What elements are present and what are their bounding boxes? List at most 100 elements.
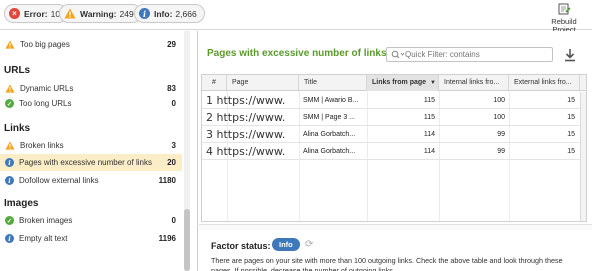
links-table: # Page Title Links from page ▼ Internal … <box>201 74 587 222</box>
factor-description: There are pages on your site with more t… <box>211 256 563 271</box>
export-download-icon[interactable] <box>563 48 577 62</box>
info-count: 2,666 <box>175 8 197 19</box>
sidebar-item-label: Broken links <box>20 141 64 150</box>
sidebar-item-too-big-pages[interactable]: Too big pages 29 <box>0 37 182 52</box>
title-cell: SMM | Awario B... <box>303 97 359 104</box>
row-number: 2 <box>206 111 213 124</box>
column-header-number[interactable]: # <box>202 75 227 91</box>
page-url-cell[interactable]: 1 https://www. <box>202 92 299 109</box>
row-number: 4 <box>206 145 213 158</box>
factor-sidebar: Too big pages 29 URLs Dynamic URLs 83 ✓ … <box>0 31 198 271</box>
sidebar-item-too-long-urls[interactable]: ✓ Too long URLs 0 <box>0 96 182 111</box>
factor-status-badge: Info <box>272 238 300 251</box>
page-url-cell[interactable]: 4 https://www. <box>202 143 299 160</box>
sidebar-item-dynamic-urls[interactable]: Dynamic URLs 83 <box>0 81 182 96</box>
table-row[interactable]: 3 https://www. Alina Gorbatch... 114 99 … <box>202 126 586 143</box>
column-header-links-from-page[interactable]: Links from page ▼ <box>367 75 439 91</box>
external-links-cell: 15 <box>567 131 575 138</box>
page-url: https://www. <box>216 94 286 107</box>
page-url: https://www. <box>216 128 286 141</box>
external-links-cell: 15 <box>567 148 575 155</box>
info-count-pill[interactable]: i Info: 2,666 <box>134 4 205 23</box>
info-icon: i <box>5 176 14 185</box>
table-row[interactable]: 4 https://www. Alina Gorbatch... 114 99 … <box>202 143 586 160</box>
sidebar-item-empty-alt[interactable]: i Empty alt text 1196 <box>0 231 182 246</box>
table-row[interactable]: 2 https://www. SMM | Page 3 ... 115 100 … <box>202 109 586 126</box>
table-scrollbar[interactable] <box>580 92 586 221</box>
sort-desc-icon: ▼ <box>430 80 436 86</box>
sidebar-item-label: Dynamic URLs <box>20 84 74 93</box>
sidebar-item-count: 29 <box>167 40 176 49</box>
warning-count-pill[interactable]: Warning: 249 <box>59 4 142 23</box>
internal-links-cell: 99 <box>497 148 505 155</box>
column-header-title[interactable]: Title <box>299 75 367 91</box>
sidebar-scrollbar-thumb[interactable] <box>184 209 190 271</box>
page-url: https://www. <box>216 111 286 124</box>
sidebar-item-count: 3 <box>171 141 176 150</box>
links-cell: 115 <box>423 114 435 121</box>
warning-icon <box>5 141 15 150</box>
page-url: https://www. <box>216 145 286 158</box>
column-header-page[interactable]: Page <box>227 75 299 91</box>
pane-splitter[interactable] <box>199 224 592 230</box>
row-number: 1 <box>206 94 213 107</box>
links-cell: 114 <box>423 131 435 138</box>
error-icon: × <box>9 8 20 19</box>
error-label: Error: <box>24 8 48 19</box>
info-label: Info: <box>154 8 173 19</box>
page-url-cell[interactable]: 2 https://www. <box>202 109 299 126</box>
sidebar-item-label: Broken images <box>19 216 73 225</box>
status-bar: × Error: 10 Warning: 249 i Info: 2,666 R… <box>0 0 592 34</box>
internal-links-cell: 100 <box>493 97 505 104</box>
sidebar-item-broken-images[interactable]: ✓ Broken images 0 <box>0 213 182 228</box>
warning-label: Warning: <box>80 8 117 19</box>
sidebar-item-count: 0 <box>171 99 176 108</box>
row-number: 3 <box>206 128 213 141</box>
links-cell: 115 <box>423 97 435 104</box>
refresh-icon[interactable]: ⟳ <box>305 239 313 250</box>
table-row[interactable]: 1 https://www. SMM | Awario B... 115 100… <box>202 92 586 109</box>
internal-links-cell: 100 <box>493 114 505 121</box>
sidebar-item-label: Empty alt text <box>19 234 68 243</box>
warning-icon <box>5 84 15 93</box>
rebuild-icon <box>544 3 584 17</box>
sidebar-item-count: 0 <box>171 216 176 225</box>
external-links-cell: 15 <box>567 97 575 104</box>
check-icon: ✓ <box>5 99 14 108</box>
section-title-links: Links <box>4 123 31 134</box>
column-header-label: Links from page <box>372 79 427 86</box>
external-links-cell: 15 <box>567 114 575 121</box>
factor-status-label: Factor status: <box>211 241 271 251</box>
section-title-images: Images <box>4 198 39 209</box>
search-icon <box>391 50 405 59</box>
quick-filter[interactable] <box>386 47 553 62</box>
rebuild-project-button[interactable]: Rebuild Project <box>544 3 584 34</box>
sidebar-item-broken-links[interactable]: Broken links 3 <box>0 138 182 153</box>
check-icon: ✓ <box>5 216 14 225</box>
sidebar-item-excessive-links[interactable]: i Pages with excessive number of links 2… <box>0 154 182 171</box>
column-header-external-links[interactable]: External links fro... <box>509 75 580 91</box>
title-cell: Alina Gorbatch... <box>303 148 356 155</box>
table-header: # Page Title Links from page ▼ Internal … <box>202 75 586 91</box>
warning-icon <box>64 8 76 19</box>
sidebar-item-label: Pages with excessive number of links <box>19 158 152 167</box>
warning-icon <box>5 40 15 49</box>
title-cell: Alina Gorbatch... <box>303 131 356 138</box>
links-cell: 114 <box>423 148 435 155</box>
info-icon: i <box>5 234 14 243</box>
column-header-internal-links[interactable]: Internal links fro... <box>439 75 509 91</box>
quick-filter-input[interactable] <box>405 50 535 59</box>
sidebar-item-label: Too big pages <box>20 40 70 49</box>
page-url-cell[interactable]: 3 https://www. <box>202 126 299 143</box>
sidebar-item-label: Dofollow external links <box>19 176 99 185</box>
info-icon: i <box>139 8 150 19</box>
section-title-urls: URLs <box>4 65 31 76</box>
sidebar-item-count: 20 <box>167 158 176 167</box>
sidebar-item-count: 1180 <box>158 176 176 185</box>
warning-count: 249 <box>119 8 134 19</box>
factor-status-panel: Factor status: Info ⟳ There are pages on… <box>199 231 592 271</box>
main-panel: Pages with excessive number of links # P… <box>199 31 592 271</box>
page-title: Pages with excessive number of links <box>207 48 387 59</box>
sidebar-item-dofollow-external[interactable]: i Dofollow external links 1180 <box>0 173 182 188</box>
sidebar-item-label: Too long URLs <box>19 99 72 108</box>
